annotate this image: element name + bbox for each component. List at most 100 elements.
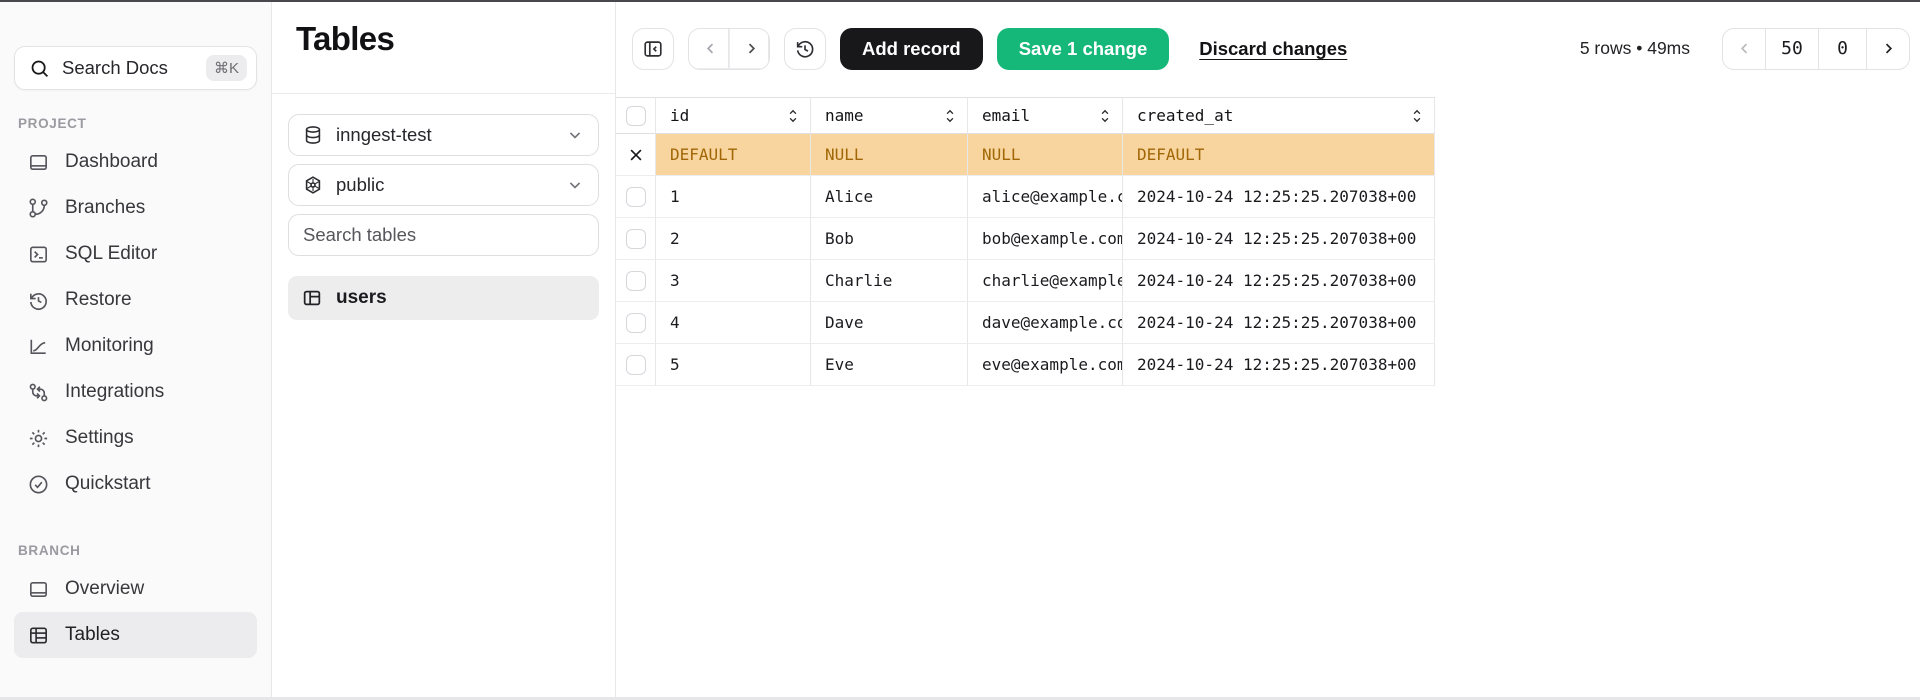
undo-back-button[interactable] — [689, 29, 729, 69]
cell-id[interactable]: 5 — [656, 344, 811, 386]
pending-cell-email[interactable]: NULL — [968, 134, 1123, 176]
sidebar-item-restore[interactable]: Restore — [14, 277, 257, 323]
database-icon — [302, 124, 324, 146]
cell-id[interactable]: 4 — [656, 302, 811, 344]
sidebar-item-settings[interactable]: Settings — [14, 415, 257, 461]
chevron-left-icon — [701, 39, 720, 58]
row-checkbox[interactable] — [626, 355, 646, 375]
cell-id[interactable]: 2 — [656, 218, 811, 260]
sidebar-item-label: Quickstart — [65, 473, 151, 495]
prev-page-button[interactable] — [1723, 29, 1765, 69]
cell-name[interactable]: Dave — [811, 302, 968, 344]
history-clock-icon — [794, 38, 816, 60]
sort-icon[interactable] — [1410, 108, 1424, 124]
sidebar-item-label: Monitoring — [65, 335, 154, 357]
sidebar-item-label: SQL Editor — [65, 243, 157, 265]
app-root: Search Docs ⌘K PROJECT Dashboard Branche… — [0, 0, 1920, 700]
page-title: Tables — [296, 20, 591, 58]
column-header-name[interactable]: name — [811, 98, 968, 134]
page-offset-input[interactable]: 0 — [1819, 29, 1867, 69]
database-select-value: inngest-test — [336, 124, 432, 146]
row-checkbox[interactable] — [626, 229, 646, 249]
database-select[interactable]: inngest-test — [288, 114, 599, 156]
cell-created-at[interactable]: 2024-10-24 12:25:25.207038+00 — [1123, 218, 1435, 260]
cell-email[interactable]: dave@example.com — [968, 302, 1123, 344]
select-all-checkbox[interactable] — [626, 106, 646, 126]
cell-email[interactable]: bob@example.com — [968, 218, 1123, 260]
tables-panel: Tables inngest-test public — [272, 0, 616, 700]
pending-cell-id[interactable]: DEFAULT — [656, 134, 811, 176]
dashboard-icon — [27, 151, 50, 174]
tables-icon — [27, 624, 50, 647]
chevron-right-icon — [742, 39, 761, 58]
sidebar-item-dashboard[interactable]: Dashboard — [14, 139, 257, 185]
branches-icon — [27, 197, 50, 220]
pending-cell-created-at[interactable]: DEFAULT — [1123, 134, 1435, 176]
sort-icon[interactable] — [943, 108, 957, 124]
close-icon[interactable] — [627, 146, 645, 164]
sidebar-item-monitoring[interactable]: Monitoring — [14, 323, 257, 369]
pending-cell-name[interactable]: NULL — [811, 134, 968, 176]
sidebar: Search Docs ⌘K PROJECT Dashboard Branche… — [0, 0, 272, 700]
row-select-cell — [616, 302, 656, 344]
column-header-id[interactable]: id — [656, 98, 811, 134]
sidebar-item-integrations[interactable]: Integrations — [14, 369, 257, 415]
cell-name[interactable]: Bob — [811, 218, 968, 260]
cell-created-at[interactable]: 2024-10-24 12:25:25.207038+00 — [1123, 176, 1435, 218]
page-limit-input[interactable]: 50 — [1765, 29, 1819, 69]
table-list-item-users[interactable]: users — [288, 276, 599, 320]
cell-email[interactable]: alice@example.com — [968, 176, 1123, 218]
overview-icon — [27, 578, 50, 601]
redo-forward-button[interactable] — [729, 29, 769, 69]
panel-body: inngest-test public users — [272, 94, 615, 320]
sidebar-item-sql-editor[interactable]: SQL Editor — [14, 231, 257, 277]
sidebar-item-label: Restore — [65, 289, 132, 311]
sidebar-item-overview[interactable]: Overview — [14, 566, 257, 612]
cell-name[interactable]: Alice — [811, 176, 968, 218]
sidebar-item-quickstart[interactable]: Quickstart — [14, 461, 257, 507]
sidebar-item-branches[interactable]: Branches — [14, 185, 257, 231]
row-checkbox[interactable] — [626, 313, 646, 333]
schema-select-value: public — [336, 174, 384, 196]
cell-name[interactable]: Eve — [811, 344, 968, 386]
history-nav-group — [688, 28, 770, 70]
add-record-button[interactable]: Add record — [840, 28, 983, 70]
search-icon — [29, 58, 50, 79]
row-checkbox[interactable] — [626, 187, 646, 207]
column-header-email[interactable]: email — [968, 98, 1123, 134]
row-select-cell — [616, 344, 656, 386]
search-tables-input[interactable] — [288, 214, 599, 256]
cell-created-at[interactable]: 2024-10-24 12:25:25.207038+00 — [1123, 260, 1435, 302]
gear-icon — [27, 427, 50, 450]
cell-created-at[interactable]: 2024-10-24 12:25:25.207038+00 — [1123, 344, 1435, 386]
cell-id[interactable]: 3 — [656, 260, 811, 302]
main-area: Add record Save 1 change Discard changes… — [616, 0, 1920, 700]
discard-row-cell — [616, 134, 656, 176]
cell-id[interactable]: 1 — [656, 176, 811, 218]
column-label: id — [670, 106, 689, 125]
save-changes-button[interactable]: Save 1 change — [997, 28, 1170, 70]
sidebar-item-tables[interactable]: Tables — [14, 612, 257, 658]
table-icon — [301, 287, 323, 309]
refresh-history-button[interactable] — [784, 28, 826, 70]
sort-icon[interactable] — [786, 108, 800, 124]
cell-name[interactable]: Charlie — [811, 260, 968, 302]
cell-email[interactable]: eve@example.com — [968, 344, 1123, 386]
cell-email[interactable]: charlie@example.com — [968, 260, 1123, 302]
sidebar-item-label: Overview — [65, 578, 144, 600]
next-page-button[interactable] — [1867, 29, 1909, 69]
cell-created-at[interactable]: 2024-10-24 12:25:25.207038+00 — [1123, 302, 1435, 344]
sidebar-item-label: Dashboard — [65, 151, 158, 173]
collapse-panel-button[interactable] — [632, 28, 674, 70]
discard-changes-button[interactable]: Discard changes — [1199, 38, 1347, 60]
schema-select[interactable]: public — [288, 164, 599, 206]
panel-left-close-icon — [642, 38, 664, 60]
search-docs-button[interactable]: Search Docs ⌘K — [14, 46, 257, 90]
table-row: 5 Eve eve@example.com 2024-10-24 12:25:2… — [616, 344, 1435, 386]
sort-icon[interactable] — [1098, 108, 1112, 124]
column-header-created-at[interactable]: created_at — [1123, 98, 1435, 134]
table-list-item-label: users — [336, 287, 387, 309]
sidebar-item-label: Tables — [65, 624, 120, 646]
row-checkbox[interactable] — [626, 271, 646, 291]
chevron-left-icon — [1735, 39, 1754, 58]
